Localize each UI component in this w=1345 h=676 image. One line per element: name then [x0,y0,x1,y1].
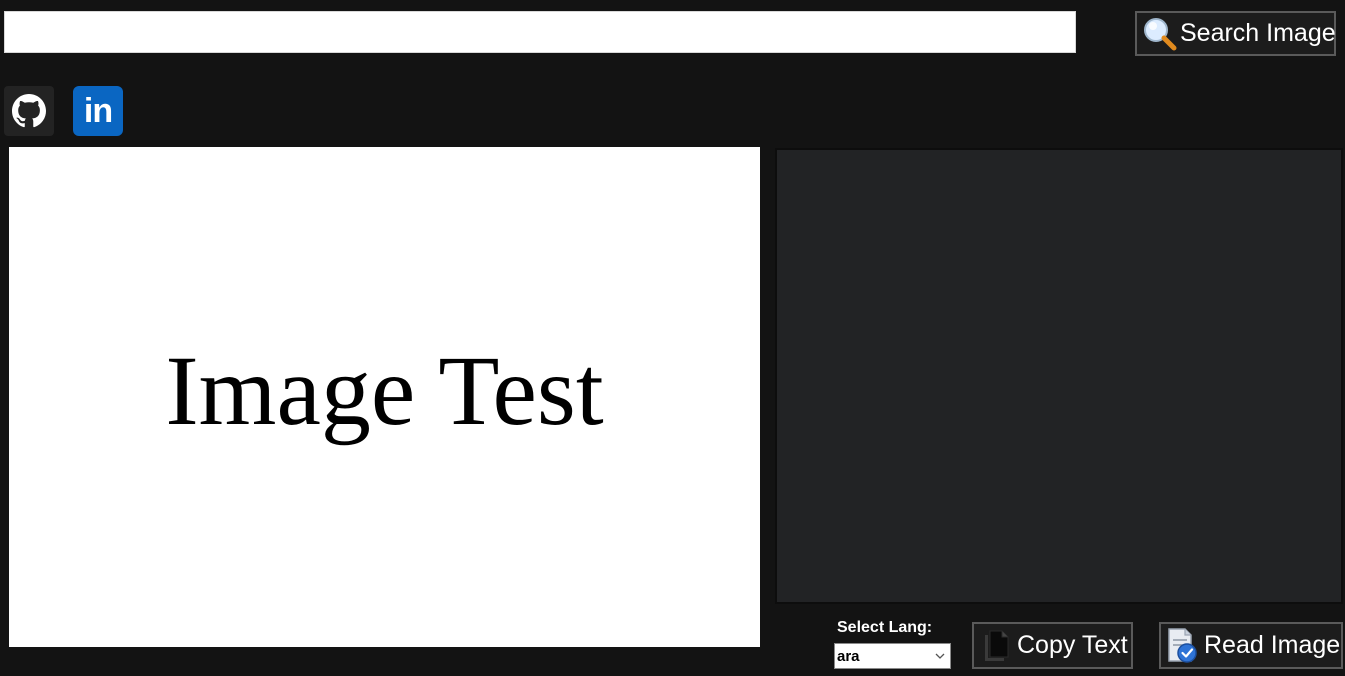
copy-text-label: Copy Text [1017,631,1128,659]
linkedin-link[interactable]: in [73,86,123,136]
copy-document-icon [982,629,1011,663]
image-path-input[interactable] [4,11,1076,53]
image-preview: Image Test [9,147,760,647]
app-window: Search Image in Image Test Select Lang: … [0,0,1345,676]
copy-text-button[interactable]: Copy Text [972,622,1133,669]
preview-image-text: Image Test [165,334,604,446]
select-lang-label: Select Lang: [837,619,933,636]
magnifier-icon [1141,15,1180,53]
language-select[interactable]: ara [834,643,951,669]
github-icon [12,94,46,128]
language-select-value: ara [837,647,860,665]
ocr-output-text[interactable] [775,148,1343,604]
chevron-down-icon [934,652,946,660]
linkedin-icon: in [83,91,113,130]
search-image-button[interactable]: Search Image [1135,11,1336,56]
read-image-button[interactable]: Read Image [1159,622,1343,669]
search-image-label: Search Image [1180,19,1336,47]
github-link[interactable] [4,86,54,136]
read-image-label: Read Image [1204,631,1341,659]
read-image-icon [1165,627,1202,665]
